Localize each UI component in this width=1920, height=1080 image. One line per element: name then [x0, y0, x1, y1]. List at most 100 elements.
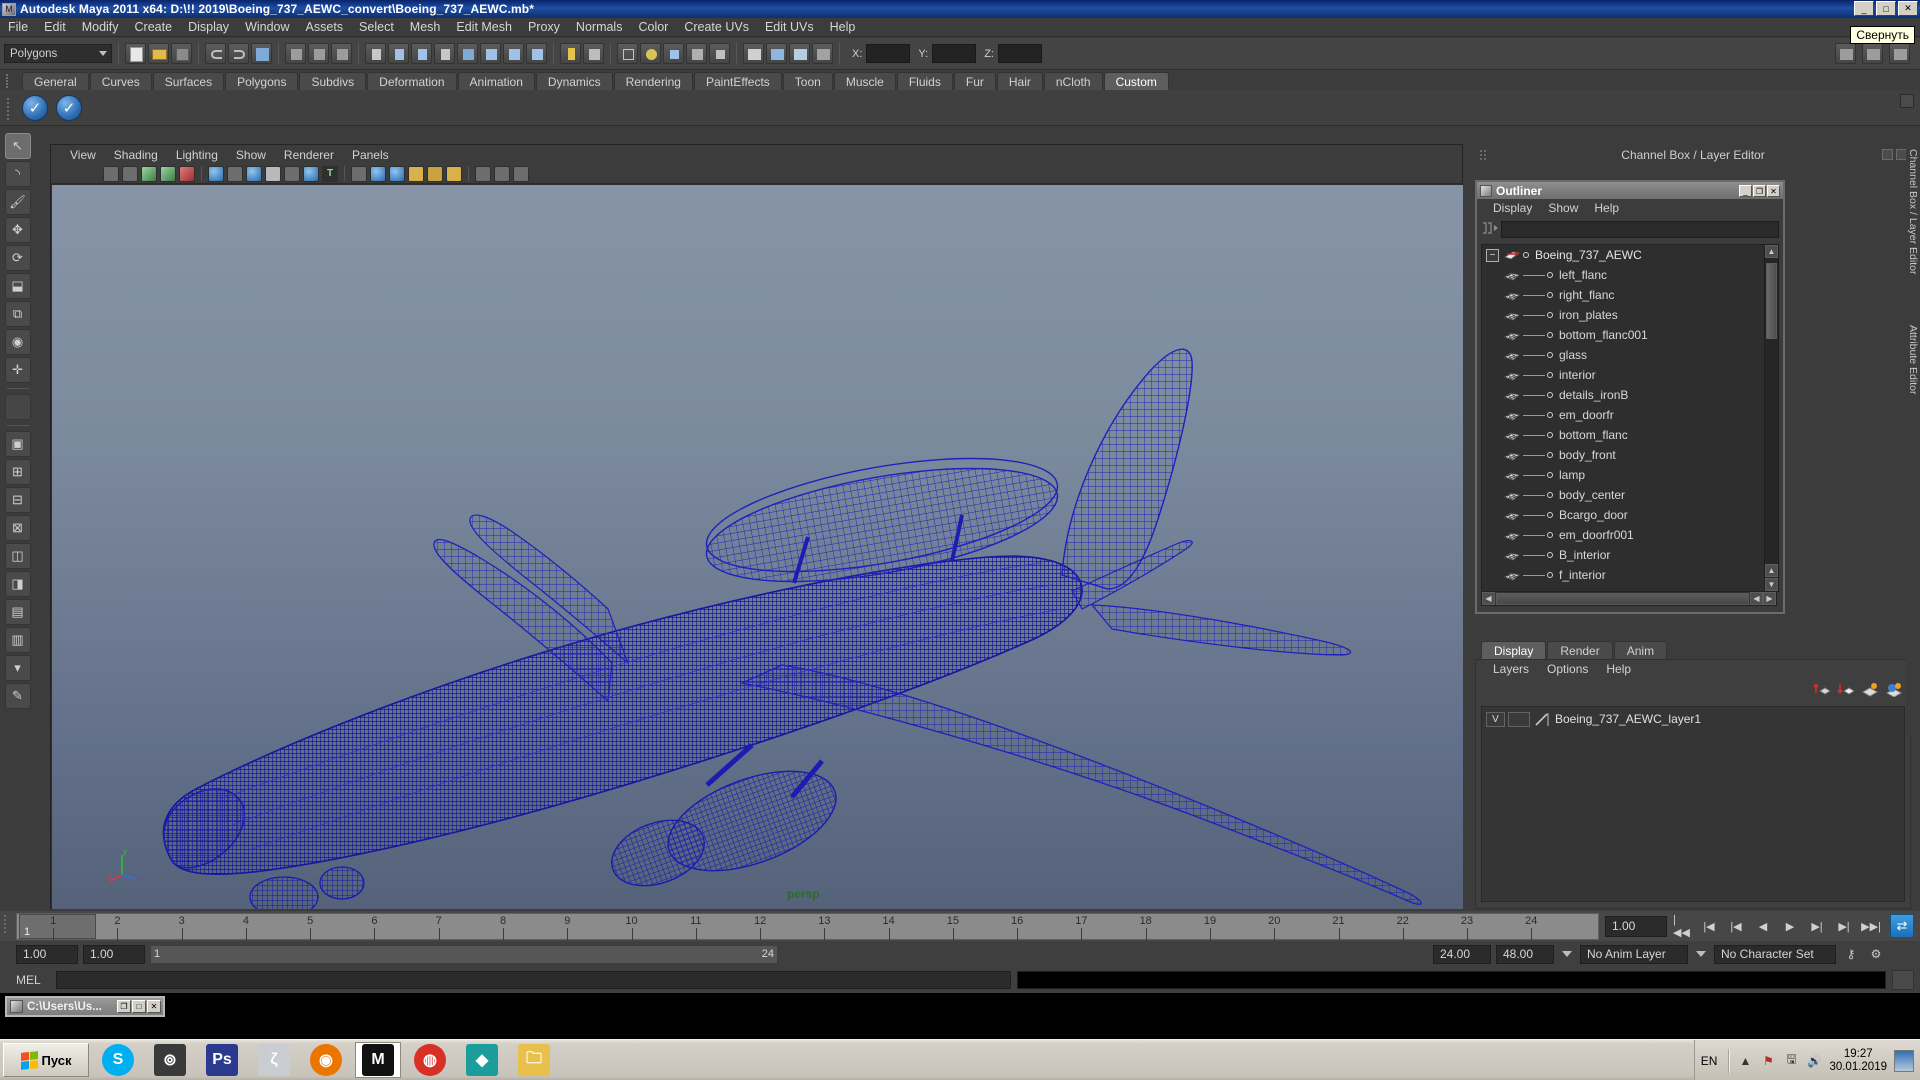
points-button[interactable]	[457, 43, 478, 64]
bookmark-icon[interactable]	[141, 166, 157, 182]
shelf-tab-painteffects[interactable]: PaintEffects	[694, 72, 782, 90]
channel-box-undock-button[interactable]	[1882, 149, 1893, 160]
shelf-row-grip-icon[interactable]	[6, 96, 14, 120]
outliner-row[interactable]: bottom_flanc	[1482, 425, 1776, 445]
outliner-row-root[interactable]: −Boeing_737_AEWC	[1482, 245, 1776, 265]
isolate-select-icon[interactable]	[475, 166, 491, 182]
outliner-row[interactable]: glass	[1482, 345, 1776, 365]
viewport-menu-show[interactable]: Show	[227, 148, 275, 162]
coord-z-field[interactable]	[998, 44, 1042, 63]
taskbar-chrome[interactable]: ◍	[407, 1042, 453, 1078]
outliner-minimize-button[interactable]: _	[1739, 185, 1752, 197]
select-by-object-type-button[interactable]	[308, 43, 329, 64]
quick-layout-hypershade[interactable]: ◫	[5, 543, 31, 569]
animation-start-time-field[interactable]: 1.00	[16, 945, 78, 964]
outliner-row[interactable]: lamp	[1482, 465, 1776, 485]
menu-mesh[interactable]: Mesh	[402, 19, 449, 35]
viewport-menu-panels[interactable]: Panels	[343, 148, 398, 162]
redo-button[interactable]	[228, 43, 249, 64]
minimized-explorer-window[interactable]: C:\Users\Us... ❐ □ ✕	[5, 996, 165, 1017]
layer-tab-display[interactable]: Display	[1481, 641, 1546, 659]
new-layer-from-selected-button[interactable]	[1885, 682, 1902, 697]
menu-create-uvs[interactable]: Create UVs	[676, 19, 757, 35]
outliner-row[interactable]: B_interior	[1482, 545, 1776, 565]
outliner-row[interactable]: body_center	[1482, 485, 1776, 505]
move-layer-down-button[interactable]	[1837, 682, 1854, 697]
layer-menu-help[interactable]: Help	[1597, 662, 1640, 676]
menu-color[interactable]: Color	[630, 19, 676, 35]
faces-button[interactable]	[503, 43, 524, 64]
highlight-selection-button[interactable]	[583, 43, 604, 64]
playback-start-time-field[interactable]: 1.00	[83, 945, 145, 964]
xray-joints-icon[interactable]	[513, 166, 529, 182]
high-quality-render-icon[interactable]	[446, 166, 462, 182]
snap-to-view-planes-button[interactable]	[709, 43, 730, 64]
shadows-icon[interactable]	[408, 166, 424, 182]
menu-normals[interactable]: Normals	[568, 19, 631, 35]
new-layer-button[interactable]	[1861, 682, 1878, 697]
time-slider[interactable]: 1 12345678910111213141516171819202122232…	[16, 913, 1599, 940]
outliner-row[interactable]: Bcargo_door	[1482, 505, 1776, 525]
show-hide-tool-settings-button[interactable]	[1889, 43, 1910, 64]
close-button[interactable]: ✕	[1898, 1, 1918, 16]
show-manipulator-tool[interactable]: ✛	[5, 357, 31, 383]
taskbar-maya[interactable]: M	[355, 1042, 401, 1078]
layer-menu-layers[interactable]: Layers	[1484, 662, 1538, 676]
taskbar-skype[interactable]: S	[95, 1042, 141, 1078]
outliner-vertical-scrollbar[interactable]: ▲ ▲ ▼	[1764, 244, 1779, 592]
shelf-tab-deformation[interactable]: Deformation	[367, 72, 456, 90]
menu-modify[interactable]: Modify	[74, 19, 127, 35]
quick-layout-persp-graph[interactable]: ⊠	[5, 515, 31, 541]
lasso-select-tool[interactable]: ◝	[5, 161, 31, 187]
outliner-scroll-down-arrow-upper[interactable]: ▲	[1765, 564, 1778, 577]
soft-modification-tool[interactable]: ◉	[5, 329, 31, 355]
outliner-row[interactable]: em_doorfr	[1482, 405, 1776, 425]
safely-remove-hardware-icon[interactable]: 🖫	[1783, 1053, 1799, 1069]
menu-file[interactable]: File	[0, 19, 36, 35]
shelf-tab-toon[interactable]: Toon	[783, 72, 833, 90]
layer-tab-render[interactable]: Render	[1547, 641, 1612, 659]
viewport-menu-renderer[interactable]: Renderer	[275, 148, 343, 162]
vtab-attribute-editor[interactable]: Attribute Editor	[1907, 325, 1919, 394]
render-current-frame-button[interactable]	[766, 43, 787, 64]
outliner-scroll-left-arrow[interactable]: ◀	[1482, 592, 1495, 605]
wireframe-shading-icon[interactable]	[208, 166, 224, 182]
shelf-tab-rendering[interactable]: Rendering	[614, 72, 693, 90]
scale-tool[interactable]: ⬓	[5, 273, 31, 299]
outliner-tree-list[interactable]: −Boeing_737_AEWCleft_flancright_flanciro…	[1481, 244, 1777, 592]
start-button[interactable]: Пуск	[3, 1043, 89, 1077]
restore-button[interactable]: ❐	[117, 1000, 131, 1013]
play-backwards-button[interactable]: ◀	[1754, 919, 1772, 934]
select-by-hierarchy-button[interactable]	[285, 43, 306, 64]
menu-set-selector[interactable]: Polygons	[4, 44, 112, 63]
shelf-tab-custom[interactable]: Custom	[1104, 72, 1169, 90]
menu-display[interactable]: Display	[180, 19, 237, 35]
outliner-menu-display[interactable]: Display	[1485, 201, 1540, 215]
viewport-menu-view[interactable]: View	[61, 148, 105, 162]
move-tool[interactable]: ✥	[5, 217, 31, 243]
quick-layout-persp-render[interactable]: ◨	[5, 571, 31, 597]
taskbar-zbrush[interactable]: ζ	[251, 1042, 297, 1078]
move-layer-up-button[interactable]	[1813, 682, 1830, 697]
menu-help[interactable]: Help	[822, 19, 864, 35]
quick-layout-two-stacked[interactable]: ▤	[5, 599, 31, 625]
quick-layout-three[interactable]: ▥	[5, 627, 31, 653]
construction-history-button[interactable]	[743, 43, 764, 64]
network-error-icon[interactable]: ⚑	[1760, 1053, 1776, 1069]
outliner-menu-help[interactable]: Help	[1586, 201, 1627, 215]
shelf-tab-ncloth[interactable]: nCloth	[1044, 72, 1103, 90]
volume-icon[interactable]: 🔊	[1806, 1053, 1822, 1069]
paint-effects-toggle[interactable]: ✎	[5, 683, 31, 709]
time-slider-grip-icon[interactable]	[0, 913, 16, 939]
save-scene-button[interactable]	[171, 43, 192, 64]
use-all-lights-icon[interactable]	[370, 166, 386, 182]
outliner-filter-icon[interactable]	[1481, 221, 1501, 237]
shelf-tab-fluids[interactable]: Fluids	[897, 72, 953, 90]
panel-grip-icon[interactable]	[1479, 149, 1489, 161]
quick-layout-four[interactable]: ⊞	[5, 459, 31, 485]
character-set-dropdown-arrow[interactable]	[1693, 945, 1709, 964]
handles-button[interactable]	[434, 43, 455, 64]
texture-icon[interactable]: T	[322, 166, 338, 182]
outliner-maximize-button[interactable]: ❐	[1753, 185, 1766, 197]
layer-color-swatch[interactable]	[1534, 712, 1550, 727]
